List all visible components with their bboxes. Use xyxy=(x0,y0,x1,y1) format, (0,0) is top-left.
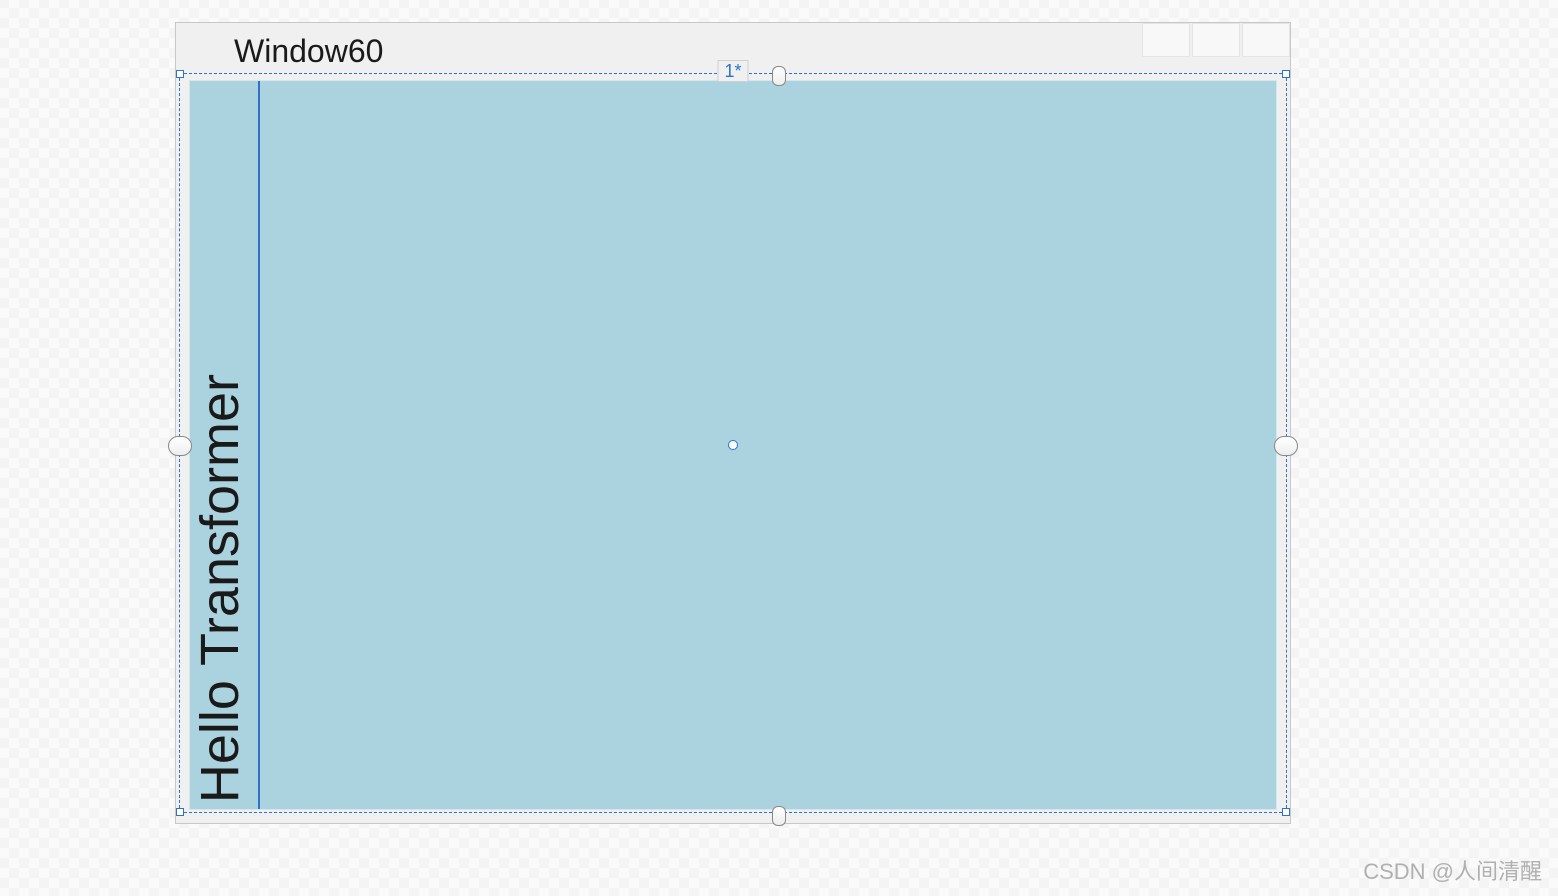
margin-link-left-icon[interactable] xyxy=(168,436,192,456)
window-frame: Window60 Hello Transformer xyxy=(175,22,1291,824)
grid-ruler-top: 1* xyxy=(175,66,1291,78)
grid-rail-grip-bottom-icon[interactable] xyxy=(772,806,786,826)
minimize-button[interactable] xyxy=(1142,23,1190,57)
maximize-button[interactable] xyxy=(1192,23,1240,57)
selection-center-marker xyxy=(728,440,738,450)
column-size-label[interactable]: 1* xyxy=(717,60,748,82)
design-surface[interactable]: Hello Transformer xyxy=(189,80,1277,810)
grid-rail-grip-top-icon[interactable] xyxy=(772,66,786,86)
window-title: Window60 xyxy=(234,33,383,70)
margin-link-right-icon[interactable] xyxy=(1274,436,1298,456)
titlebar-buttons xyxy=(1142,23,1290,57)
close-button[interactable] xyxy=(1242,23,1290,57)
grid-column-divider[interactable] xyxy=(258,81,260,809)
watermark-text: CSDN @人间清醒 xyxy=(1363,854,1542,886)
rotated-label[interactable]: Hello Transformer xyxy=(190,374,250,803)
